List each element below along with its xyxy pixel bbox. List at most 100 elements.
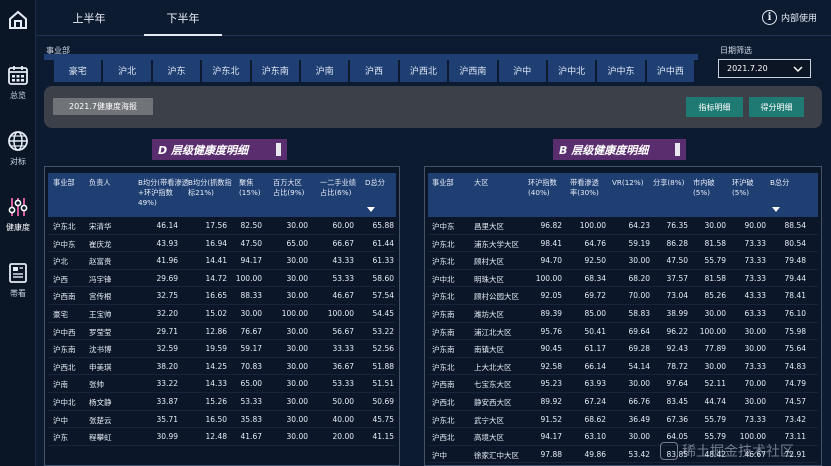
column-header[interactable]: B总分: [770, 178, 789, 188]
column-header[interactable]: 事业部: [432, 178, 454, 188]
dept-chip[interactable]: 沪南: [300, 58, 349, 82]
table-row[interactable]: 沪中 张楚云 35.71 16.50 35.83 30.00 40.00 45.75: [48, 411, 396, 429]
table-cell: 沪中东: [432, 222, 455, 231]
table-cell: 沪中西: [53, 327, 76, 337]
table-cell: 51.88: [372, 361, 394, 371]
table-cell: 58.60: [372, 273, 394, 283]
table-cell: 30.00: [744, 344, 766, 354]
table-row[interactable]: 沪东北 上大北大区 92.58 66.14 54.14 78.72 30.00 73.33 74…: [428, 358, 818, 376]
column-header[interactable]: 负责人: [89, 178, 111, 188]
table-cell: 76.10: [784, 308, 806, 318]
internal-use-button[interactable]: i 内部使用: [761, 10, 817, 25]
table-row[interactable]: 沪南 张帅 33.22 14.33 65.00 30.00 53.33 51.51: [48, 375, 396, 393]
column-header[interactable]: 带看渗透 率(30%): [570, 178, 599, 198]
dept-chip[interactable]: 豪宅: [54, 58, 102, 82]
column-header[interactable]: 百万大区 占比(9%): [273, 178, 304, 198]
b-table-header: 事业部 大区 环沪指数 (40%) 带看渗透 率(30%) VR(12%) 分享(8%) 市…: [428, 173, 818, 217]
dept-chip[interactable]: 沪北: [103, 58, 151, 82]
table-cell: 85.26: [704, 291, 726, 301]
table-cell: 46.67: [332, 291, 354, 301]
sidebar-item-viewing[interactable]: 帯看: [0, 262, 36, 328]
table-cell: 30.00: [286, 273, 308, 283]
table-row[interactable]: 沪东北 顾村公园大区 92.05 69.72 70.00 73.04 85.26 43.33 7…: [428, 287, 818, 305]
dept-chip[interactable]: 沪西: [350, 58, 398, 82]
table-row[interactable]: 沪东南 沈书博 32.59 19.59 59.17 30.00 33.33 52.56: [48, 340, 396, 358]
column-header[interactable]: 分享(8%): [653, 178, 684, 188]
table-row[interactable]: 沪东北 顾村大区 94.70 92.50 30.00 47.50 55.79 73.33 79.…: [428, 252, 818, 270]
sidebar-item-overview[interactable]: 总览: [0, 64, 36, 130]
table-cell: 69.28: [628, 344, 650, 354]
table-cell: 66.67: [332, 238, 354, 248]
dept-chip[interactable]: 沪中: [498, 58, 546, 82]
table-cell: 杨文静: [89, 397, 112, 407]
table-row[interactable]: 沪西南 宫传根 32.75 16.65 88.33 30.00 46.67 57.54: [48, 287, 396, 305]
column-header[interactable]: 环沪指数 (40%): [528, 178, 557, 198]
health-poster-button[interactable]: 2021.7健康度海报: [53, 98, 153, 115]
table-cell: 55.79: [704, 256, 726, 266]
table-cell: 29.71: [156, 326, 178, 336]
sort-desc-icon[interactable]: [367, 207, 375, 212]
table-row[interactable]: 沪东南 浦江北大区 95.76 50.41 69.64 96.22 100.00 30.00 7…: [428, 323, 818, 341]
table-cell: 浦东大学大区: [474, 239, 519, 249]
table-cell: 沈书博: [89, 345, 112, 355]
dept-chip[interactable]: 沪东: [152, 58, 201, 82]
table-row[interactable]: 沪中东 崔庆龙 43.93 16.94 47.50 65.00 66.67 61.44: [48, 235, 396, 253]
table-cell: 73.42: [784, 414, 806, 424]
column-header[interactable]: B均分(抓数指 标21%): [188, 178, 232, 198]
table-row[interactable]: 沪东北 宋清华 46.14 17.56 82.50 30.00 60.00 65.88: [48, 217, 396, 235]
table-row[interactable]: 沪中北 杨文静 33.87 15.26 53.33 30.00 50.00 50.69: [48, 393, 396, 411]
home-button[interactable]: [6, 8, 30, 32]
indicator-detail-button[interactable]: 指标明细: [686, 97, 743, 117]
table-row[interactable]: 沪西北 静安西大区 89.92 67.24 66.76 83.45 44.74 30.00 74…: [428, 393, 818, 411]
column-header[interactable]: VR(12%): [612, 178, 644, 188]
table-row[interactable]: 沪东南 潍坊大区 89.39 85.00 58.83 38.99 30.00 63.33 76.…: [428, 305, 818, 323]
sidebar-item-label: 帯看: [10, 289, 26, 298]
table-row[interactable]: 沪中东 昌里大区 96.82 100.00 64.23 76.35 30.00 90.00 88…: [428, 217, 818, 235]
table-cell: 12.86: [205, 326, 227, 336]
column-header[interactable]: 环沪破 (5%): [732, 178, 754, 198]
table-row[interactable]: 沪东 程攀虹 30.99 12.48 41.67 30.00 20.00 41.15: [48, 428, 396, 446]
tab-first-half[interactable]: 上半年: [52, 0, 126, 36]
b-table: 事业部 大区 环沪指数 (40%) 带看渗透 率(30%) VR(12%) 分享(8%) 市…: [424, 166, 822, 466]
dept-chip[interactable]: 沪东北: [202, 58, 250, 82]
table-row[interactable]: 沪东北 浦东大学大区 98.41 64.76 59.19 86.28 81.58 73.33 8…: [428, 235, 818, 253]
dept-chip[interactable]: 沪西北: [399, 58, 448, 82]
table-row[interactable]: 沪中北 明珠大区 100.00 68.34 68.20 37.57 81.58 73.33 79…: [428, 270, 818, 288]
date-select[interactable]: 2021.7.20: [718, 59, 811, 78]
dept-chip[interactable]: 沪东南: [251, 58, 299, 82]
table-cell: 41.15: [372, 432, 394, 442]
table-cell: 70.00: [744, 379, 766, 389]
table-cell: 94.17: [240, 256, 262, 266]
table-row[interactable]: 豪宅 王宝帅 32.20 15.02 30.00 100.00 100.00 54.45: [48, 305, 396, 323]
table-cell: 95.76: [540, 326, 562, 336]
column-header[interactable]: B均分(带看渗透 +环沪指数 49%): [138, 178, 189, 208]
table-row[interactable]: 沪西北 申美琪 38.20 14.25 70.83 30.00 36.67 51.88: [48, 358, 396, 376]
table-cell: 35.71: [156, 414, 178, 424]
side-nav: 总览 对标 健康度 帯看: [0, 64, 36, 328]
table-row[interactable]: 沪西南 七宝东大区 95.23 63.93 30.00 97.64 52.11 70.00 74…: [428, 375, 818, 393]
column-header[interactable]: 市内破 (5%): [693, 178, 715, 198]
dept-chip[interactable]: 沪中北: [547, 58, 596, 82]
sidebar-item-health[interactable]: 健康度: [0, 196, 36, 262]
table-row[interactable]: 沪北 赵富贵 41.96 14.41 94.17 30.00 43.33 61.33: [48, 252, 396, 270]
column-header[interactable]: D总分: [365, 178, 385, 188]
table-row[interactable]: 沪中西 罗莹莹 29.71 12.86 76.67 30.00 56.67 53.22: [48, 323, 396, 341]
table-cell: 82.50: [240, 221, 262, 230]
sort-desc-icon[interactable]: [772, 207, 780, 212]
dept-chip[interactable]: 沪中西: [646, 58, 695, 82]
column-header[interactable]: 聚焦 (15%): [239, 178, 261, 198]
tab-second-half[interactable]: 下半年: [144, 0, 222, 36]
dept-chip[interactable]: 沪中东: [597, 58, 645, 82]
column-header[interactable]: 大区: [474, 178, 488, 188]
score-detail-button[interactable]: 得分明细: [749, 97, 804, 117]
column-header[interactable]: 一二手业绩 占比(6%): [320, 178, 356, 198]
dept-chip[interactable]: 沪西南: [449, 58, 497, 82]
table-row[interactable]: 沪西 冯宇锋 29.69 14.72 100.00 30.00 53.33 58.60: [48, 270, 396, 288]
sidebar-item-benchmark[interactable]: 对标: [0, 130, 36, 196]
table-cell: 32.75: [156, 291, 178, 301]
table-row[interactable]: 沪东南 南镇大区 90.45 61.17 69.28 92.43 77.89 30.00 75.…: [428, 340, 818, 358]
table-row[interactable]: 沪东北 武宁大区 91.52 68.62 36.49 67.36 55.79 73.33 73.…: [428, 411, 818, 429]
column-header[interactable]: 事业部: [53, 178, 75, 188]
dept-filter-chips: 豪宅 沪北 沪东 沪东北 沪东南 沪南 沪西 沪西北 沪西南 沪中 沪中北 沪中…: [54, 58, 695, 82]
table-cell: 69.72: [584, 291, 606, 301]
